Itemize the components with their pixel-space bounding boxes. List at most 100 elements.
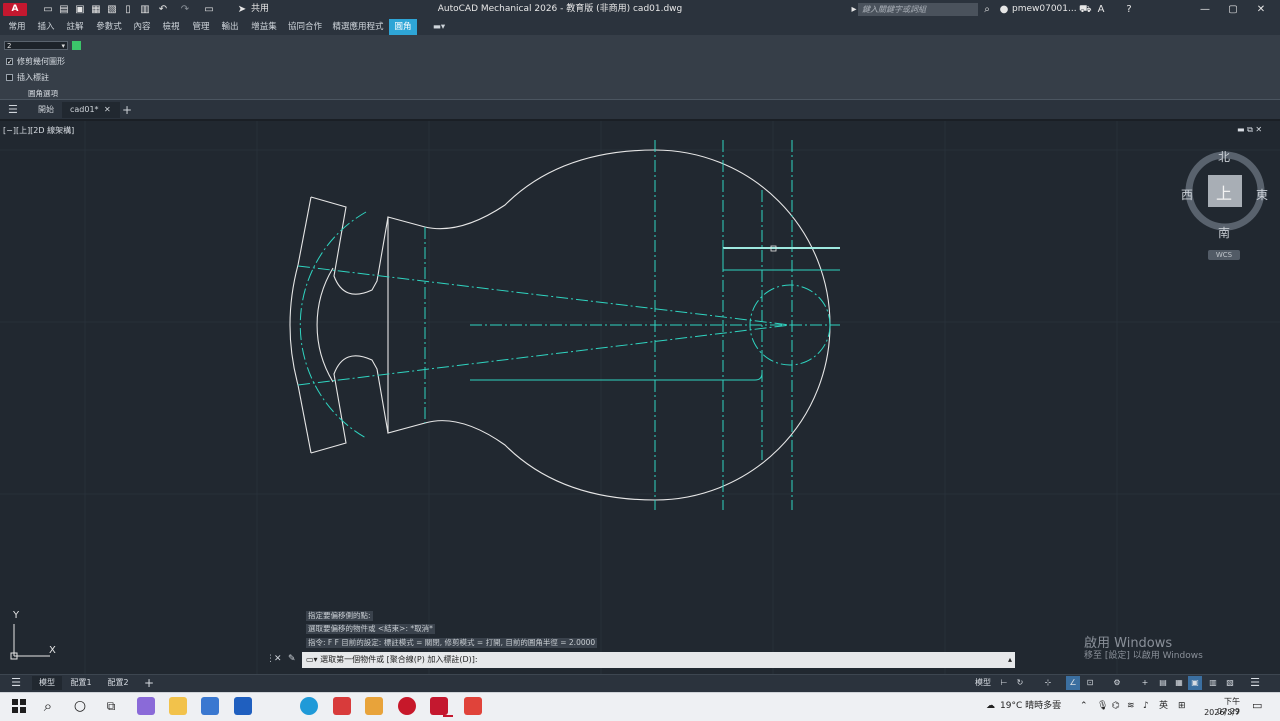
settings-gear-icon[interactable]: ⚙ [1110, 676, 1124, 690]
app-menu-button[interactable]: A [3, 3, 27, 16]
trim-geometry-checkbox[interactable]: ✓ [6, 58, 13, 66]
model-space-button[interactable]: 模型 [972, 676, 994, 690]
share-label[interactable]: 共用 [251, 0, 269, 19]
selection-icon[interactable]: ▣ [1188, 676, 1202, 690]
layers-icon[interactable]: ▦ [1172, 676, 1186, 690]
command-close-icon[interactable]: ✕ [274, 654, 282, 664]
tray-chevron-icon[interactable]: ⌃ [1080, 692, 1088, 720]
centerlines[interactable] [297, 140, 840, 510]
command-line-input[interactable]: ▭▾ 選取第一個物件或 [聚合線(P) 加入標註(D)]: ▴ [302, 652, 1015, 668]
viewcube-top-label[interactable]: 上 [1216, 180, 1232, 204]
workspace-icon[interactable]: ▭ [202, 2, 216, 17]
redo-icon[interactable]: ↷ [178, 2, 192, 17]
autodesk-app-icon[interactable]: A [1095, 2, 1107, 17]
network-icon[interactable]: ⌬ [1112, 692, 1120, 720]
ortho-icon[interactable]: ⊢ [997, 676, 1011, 690]
open-icon[interactable]: ▤ [58, 2, 70, 17]
new-tab-icon[interactable]: + [122, 102, 134, 118]
customize-menu-icon[interactable]: ☰ [1248, 676, 1262, 690]
user-icon[interactable]: ● [998, 2, 1010, 17]
tab-layout1[interactable]: 配置1 [66, 676, 96, 690]
tab-collaborate[interactable]: 協同合作 [285, 19, 325, 35]
tab-content[interactable]: 內容 [129, 19, 155, 35]
publish-icon[interactable]: ▧ [106, 2, 118, 17]
input-language[interactable]: 英 [1159, 692, 1168, 720]
tab-insert[interactable]: 插入 [33, 19, 59, 35]
minimize-icon[interactable]: — [1198, 2, 1212, 17]
user-name[interactable]: pmew07001... [1012, 0, 1077, 19]
grid-icon[interactable]: ▤ [1156, 676, 1170, 690]
search-taskbar-icon[interactable]: ⌕ [39, 697, 57, 715]
saveas-icon[interactable]: ▦ [90, 2, 102, 17]
tab-view[interactable]: 檢視 [158, 19, 184, 35]
isolate-icon[interactable]: ▥ [1206, 676, 1220, 690]
tab-output[interactable]: 輸出 [217, 19, 243, 35]
plus-icon[interactable]: + [1138, 676, 1152, 690]
store-icon[interactable] [234, 697, 252, 715]
volume-icon[interactable]: ♪ [1143, 692, 1149, 720]
tab-addins[interactable]: 增益集 [247, 19, 281, 35]
cortana-icon[interactable]: ○ [71, 697, 89, 715]
tab-home[interactable]: 常用 [4, 19, 30, 35]
tab-featured-apps[interactable]: 精選應用程式 [330, 19, 386, 35]
tab-document[interactable]: cad01* ✕ [62, 102, 120, 118]
cleanscreen-icon[interactable]: ▧ [1223, 676, 1237, 690]
viewcube-north[interactable]: 北 [1218, 148, 1230, 165]
command-recent-icon[interactable]: ▴ [1008, 652, 1012, 668]
edge-icon[interactable] [300, 697, 318, 715]
polar-icon[interactable]: ↻ [1013, 676, 1027, 690]
new-icon[interactable]: ▭ [42, 2, 54, 17]
viewcube-south[interactable]: 南 [1218, 224, 1230, 241]
copilot-icon[interactable] [137, 697, 155, 715]
plot-icon[interactable]: ▯ [122, 2, 134, 17]
ribbon-minimize-icon[interactable]: ▬▾ [428, 19, 450, 35]
insert-dimension-checkbox[interactable] [6, 74, 13, 81]
slides-app-icon[interactable] [464, 697, 482, 715]
cart-icon[interactable]: ⛟ [1079, 2, 1092, 17]
maximize-icon[interactable]: ▢ [1226, 2, 1240, 17]
weather-icon[interactable]: ☁ [986, 692, 995, 720]
clock-date[interactable]: 2026/3/7 [1200, 708, 1240, 717]
notification-icon[interactable]: ▭ [1252, 692, 1262, 720]
drawing-canvas[interactable] [0, 121, 1280, 674]
lineweight-icon[interactable]: ⊡ [1083, 676, 1097, 690]
share-icon[interactable]: ➤ [236, 2, 248, 17]
autocad-red-icon[interactable] [398, 697, 416, 715]
search-icon[interactable]: ⌕ [981, 2, 993, 17]
osnap-tracking-icon[interactable]: ∠ [1066, 676, 1080, 690]
save-icon[interactable]: ▣ [74, 2, 86, 17]
tab-parametric[interactable]: 參數式 [92, 19, 126, 35]
tab-fillet[interactable]: 圓角 [389, 19, 417, 35]
tab-model[interactable]: 模型 [32, 676, 62, 690]
file-explorer-icon[interactable] [169, 697, 187, 715]
viewcube-east[interactable]: 東 [1256, 186, 1268, 203]
help-icon[interactable]: ? [1123, 2, 1135, 17]
wifi-icon[interactable]: ≋ [1127, 692, 1135, 720]
undo-icon[interactable]: ↶ [156, 2, 170, 17]
chevron-right-icon[interactable]: ▸ [850, 2, 858, 17]
wcs-menu[interactable]: WCS [1208, 250, 1240, 260]
tab-annotate[interactable]: 註解 [62, 19, 88, 35]
shield-app-icon[interactable] [201, 697, 219, 715]
windows-start-icon[interactable] [10, 697, 28, 715]
layout-menu-icon[interactable]: ☰ [8, 676, 24, 690]
osnap-icon[interactable]: ⊹ [1041, 676, 1055, 690]
menu-icon[interactable]: ☰ [8, 102, 24, 118]
fillet-radius-combo[interactable]: 2 ▾ [4, 41, 68, 50]
viewcube-west[interactable]: 西 [1181, 186, 1193, 203]
weather-text[interactable]: 19°C 晴時多雲 [1000, 692, 1061, 720]
close-icon[interactable]: ✕ [1254, 2, 1268, 17]
add-layout-icon[interactable]: + [142, 676, 156, 690]
close-tab-icon[interactable]: ✕ [104, 102, 111, 118]
command-customize-icon[interactable]: ✎ [288, 654, 296, 664]
ime-icon[interactable]: ⊞ [1178, 692, 1186, 720]
tab-start[interactable]: 開始 [38, 102, 54, 118]
autocad-mechanical-icon[interactable] [430, 697, 448, 715]
print-icon[interactable]: ▥ [139, 2, 151, 17]
wps-icon[interactable] [333, 697, 351, 715]
tab-layout2[interactable]: 配置2 [103, 676, 133, 690]
tab-manage[interactable]: 管理 [188, 19, 214, 35]
task-view-icon[interactable]: ⧉ [102, 697, 120, 715]
search-input[interactable]: 鍵入關鍵字或詞組 [858, 3, 978, 16]
paint-icon[interactable] [365, 697, 383, 715]
